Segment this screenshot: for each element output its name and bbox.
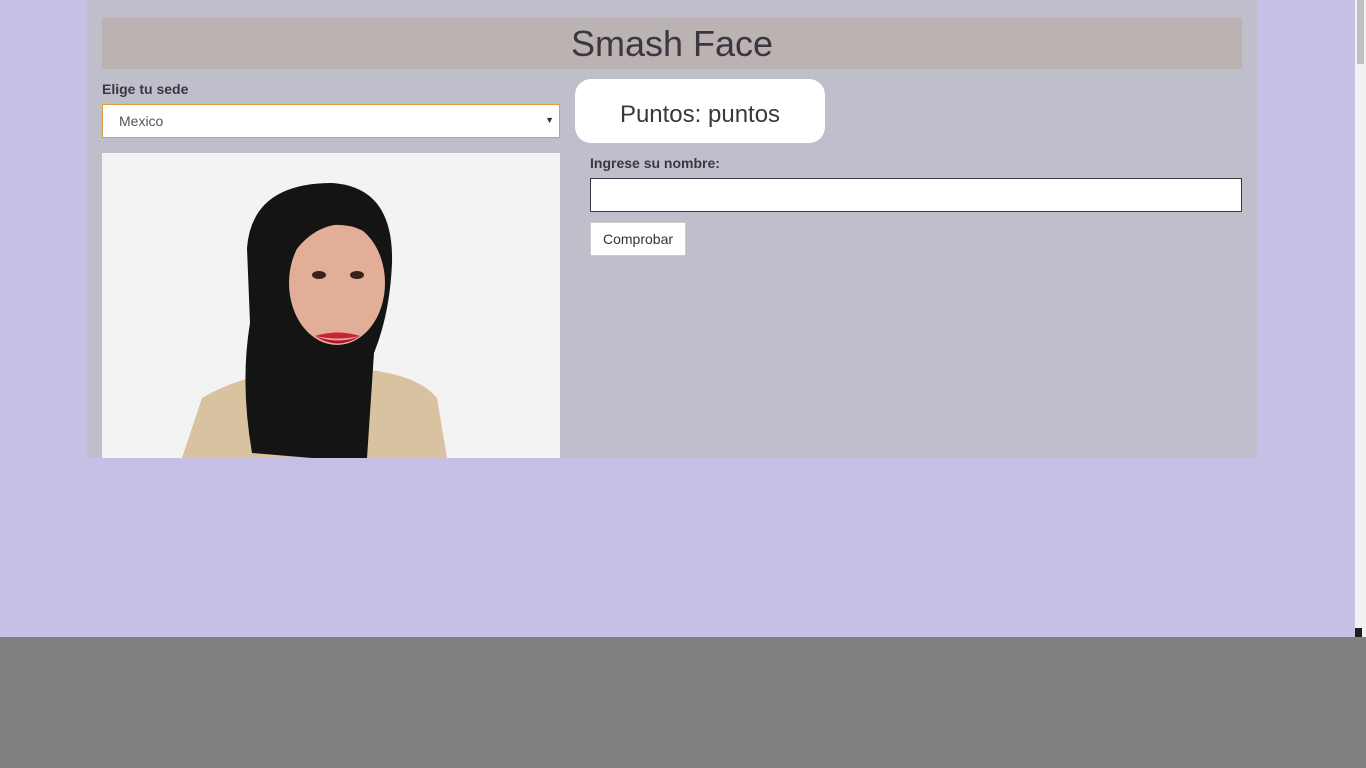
score-card: Puntos: puntos [575,79,825,143]
chevron-down-icon: ▼ [545,115,554,125]
check-button[interactable]: Comprobar [590,222,687,256]
sede-select[interactable]: Mexico ▼ [102,104,560,138]
scrollbar-corner [1355,628,1362,637]
title-bar: Smash Face [102,18,1242,69]
scrollbar-thumb[interactable] [1357,0,1364,64]
main-container: Smash Face Elige tu sede Mexico ▼ Puntos… [87,0,1257,458]
sede-label: Elige tu sede [102,81,189,97]
name-input[interactable] [590,178,1242,212]
person-photo [102,153,560,458]
page-viewport: Smash Face Elige tu sede Mexico ▼ Puntos… [0,0,1355,637]
score-text: Puntos: puntos [619,101,781,128]
vertical-scrollbar[interactable] [1355,0,1366,637]
page-title: Smash Face [570,22,774,64]
person-portrait-icon [102,153,560,458]
sede-selected-value: Mexico [119,113,164,129]
name-label: Ingrese su nombre: [590,155,720,171]
